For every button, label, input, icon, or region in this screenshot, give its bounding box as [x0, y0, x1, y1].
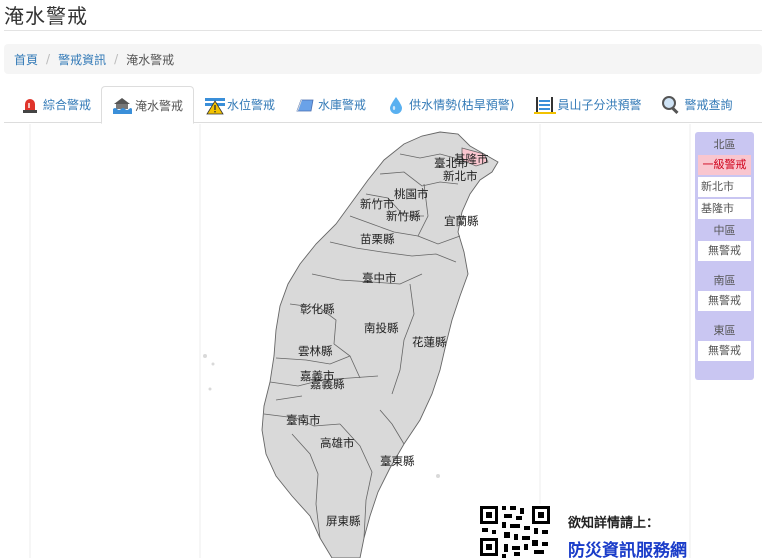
tab-flood-diversion-warning[interactable]: 員山子分洪預警	[524, 86, 651, 123]
map-label-chiayi-county: 嘉義縣	[310, 377, 345, 391]
legend-central-status: 無警戒	[698, 241, 751, 261]
map-label-hualien: 花蓮縣	[412, 335, 447, 349]
breadcrumb-separator: /	[46, 52, 51, 66]
map-label-hsinchu-county: 新竹縣	[386, 209, 421, 223]
flood-icon	[112, 95, 133, 115]
tab-composite-warning-label: 綜合警戒	[43, 98, 92, 112]
legend-south-title: 南區	[713, 274, 736, 287]
tab-water-level-warning[interactable]: 水位警戒	[194, 86, 285, 123]
breadcrumb: 首頁 / 警戒資訊 / 淹水警戒	[4, 44, 762, 74]
disaster-info-service-link[interactable]: 防災資訊服務網	[568, 536, 687, 558]
map-label-nantou: 南投縣	[364, 321, 399, 335]
legend-east-status: 無警戒	[698, 341, 751, 361]
taiwan-map-svg	[29, 124, 691, 558]
map-label-yunlin: 雲林縣	[298, 344, 333, 358]
water-drop-icon	[386, 95, 406, 115]
penghu-island	[208, 387, 212, 391]
map-label-miaoli: 苗栗縣	[360, 232, 395, 246]
title-divider	[4, 30, 762, 31]
breadcrumb-section-link[interactable]: 警戒資訊	[58, 51, 106, 68]
water-level-icon	[204, 95, 226, 115]
siren-icon	[20, 95, 40, 115]
legend-south-status: 無警戒	[698, 291, 751, 311]
map-label-taoyuan: 桃園市	[394, 187, 429, 201]
tab-water-supply-status-label: 供水情勢(枯旱預警)	[409, 98, 515, 112]
green-island	[436, 474, 440, 478]
legend-north-title: 北區	[713, 138, 736, 151]
legend-north-item-new-taipei[interactable]: 新北市	[698, 177, 751, 197]
penghu-island	[203, 354, 207, 358]
map-label-new-taipei: 新北市	[443, 169, 478, 183]
legend-east-title: 東區	[713, 324, 736, 337]
breadcrumb-home-link[interactable]: 首頁	[14, 51, 38, 68]
page-title: 淹水警戒	[4, 4, 88, 28]
map-label-changhua: 彰化縣	[300, 302, 335, 316]
map-label-tainan: 臺南市	[286, 413, 321, 427]
legend-north-level-badge: 一級警戒	[698, 155, 751, 175]
legend-north-item-keelung[interactable]: 基隆市	[698, 199, 751, 219]
warning-tabs: 綜合警戒 淹水警戒 水位警戒 水庫警戒 供水情勢(枯旱預警) 員山子分洪預警 警…	[4, 86, 762, 124]
map-label-yilan: 宜蘭縣	[444, 214, 479, 228]
map-label-pingtung: 屏東縣	[326, 514, 361, 528]
taiwan-flood-map: 基隆市 臺北市 新北市 桃園市 新竹市 新竹縣 宜蘭縣 苗栗縣 臺中市 彰化縣 …	[0, 124, 762, 558]
tab-water-level-warning-label: 水位警戒	[227, 98, 276, 112]
breadcrumb-current: 淹水警戒	[126, 52, 175, 67]
tab-reservoir-warning[interactable]: 水庫警戒	[285, 86, 376, 123]
qr-code[interactable]	[478, 504, 552, 558]
penghu-island	[211, 362, 215, 366]
breadcrumb-separator: /	[114, 52, 119, 66]
tab-warning-query-label: 警戒查詢	[684, 98, 733, 112]
tab-reservoir-warning-label: 水庫警戒	[318, 98, 367, 112]
magnifier-icon	[661, 95, 681, 115]
map-label-kaohsiung: 高雄市	[320, 436, 355, 450]
reservoir-icon	[295, 95, 315, 115]
map-label-taitung: 臺東縣	[380, 454, 415, 468]
map-label-taichung: 臺中市	[362, 271, 397, 285]
tab-water-supply-status[interactable]: 供水情勢(枯旱預警)	[376, 86, 524, 123]
tab-warning-query[interactable]: 警戒查詢	[651, 86, 742, 123]
tab-flood-warning[interactable]: 淹水警戒	[101, 86, 195, 124]
info-prompt-text: 欲知詳情請上：	[568, 516, 660, 531]
flood-diversion-icon	[534, 95, 557, 115]
warning-legend-panel: 北區 一級警戒 新北市 基隆市 中區 無警戒 南區 無警戒 東區 無警戒	[695, 132, 754, 380]
legend-central-title: 中區	[713, 224, 736, 237]
tab-flood-warning-label: 淹水警戒	[135, 98, 184, 113]
tab-flood-diversion-warning-label: 員山子分洪預警	[557, 98, 642, 112]
tab-composite-warning[interactable]: 綜合警戒	[10, 86, 101, 123]
